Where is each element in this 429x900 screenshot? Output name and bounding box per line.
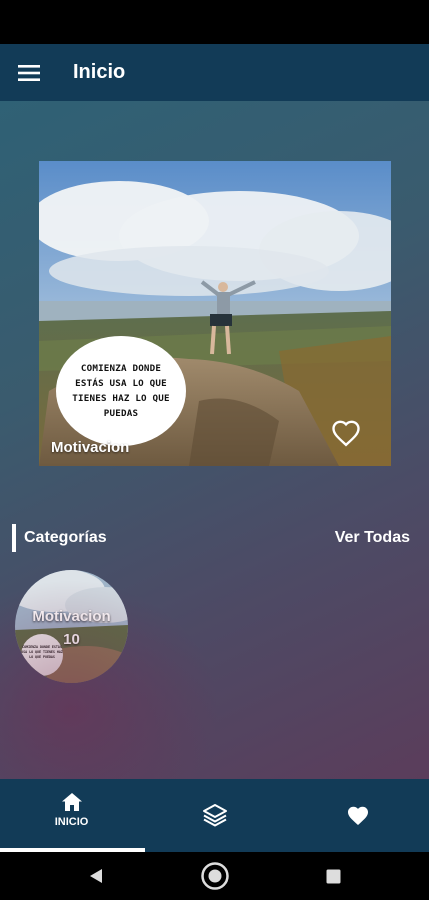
category-item[interactable]: COMIENZA DONDE ESTÁS USA LO QUE TIENES H… xyxy=(15,570,128,683)
system-navigation-bar xyxy=(0,852,429,900)
layers-icon xyxy=(202,804,227,827)
quote-bubble: COMIENZA DONDE ESTÁS USA LO QUE TIENES H… xyxy=(56,336,186,446)
page-title: Inicio xyxy=(73,61,126,83)
heart-icon xyxy=(347,806,368,826)
nav-item-home[interactable]: INICIO xyxy=(0,779,143,852)
home-icon xyxy=(61,793,82,811)
menu-button[interactable] xyxy=(0,44,72,101)
hamburger-menu-icon xyxy=(18,64,40,81)
nav-item-favorites[interactable] xyxy=(286,779,429,852)
quote-text: COMIENZA DONDE ESTÁS USA LO QUE TIENES H… xyxy=(72,363,170,419)
nav-item-categories[interactable] xyxy=(143,779,286,852)
nav-label-home: INICIO xyxy=(54,816,89,828)
recents-square-icon xyxy=(326,869,340,883)
bottom-navigation: INICIO xyxy=(0,779,429,852)
featured-category-label: Motivacion xyxy=(51,439,130,456)
categories-title: Categorías xyxy=(24,529,107,546)
section-accent-bar xyxy=(12,524,16,552)
main-content: COMIENZA DONDE ESTÁS USA LO QUE TIENES H… xyxy=(0,101,429,779)
category-count: 10 xyxy=(63,631,80,648)
app-bar: Inicio xyxy=(0,44,429,101)
heart-outline-icon xyxy=(332,420,360,447)
see-all-link[interactable]: Ver Todas xyxy=(335,529,410,547)
categories-header: Categorías Ver Todas xyxy=(0,523,429,553)
home-circle-icon xyxy=(201,862,229,890)
back-triangle-icon xyxy=(90,869,102,883)
status-bar xyxy=(0,0,429,44)
featured-quote-card[interactable]: COMIENZA DONDE ESTÁS USA LO QUE TIENES H… xyxy=(39,161,391,466)
category-name: Motivacion xyxy=(32,608,111,625)
favorite-button[interactable] xyxy=(331,419,361,449)
system-recents-button[interactable] xyxy=(303,852,363,900)
system-home-button[interactable] xyxy=(185,852,245,900)
system-back-button[interactable] xyxy=(66,852,126,900)
